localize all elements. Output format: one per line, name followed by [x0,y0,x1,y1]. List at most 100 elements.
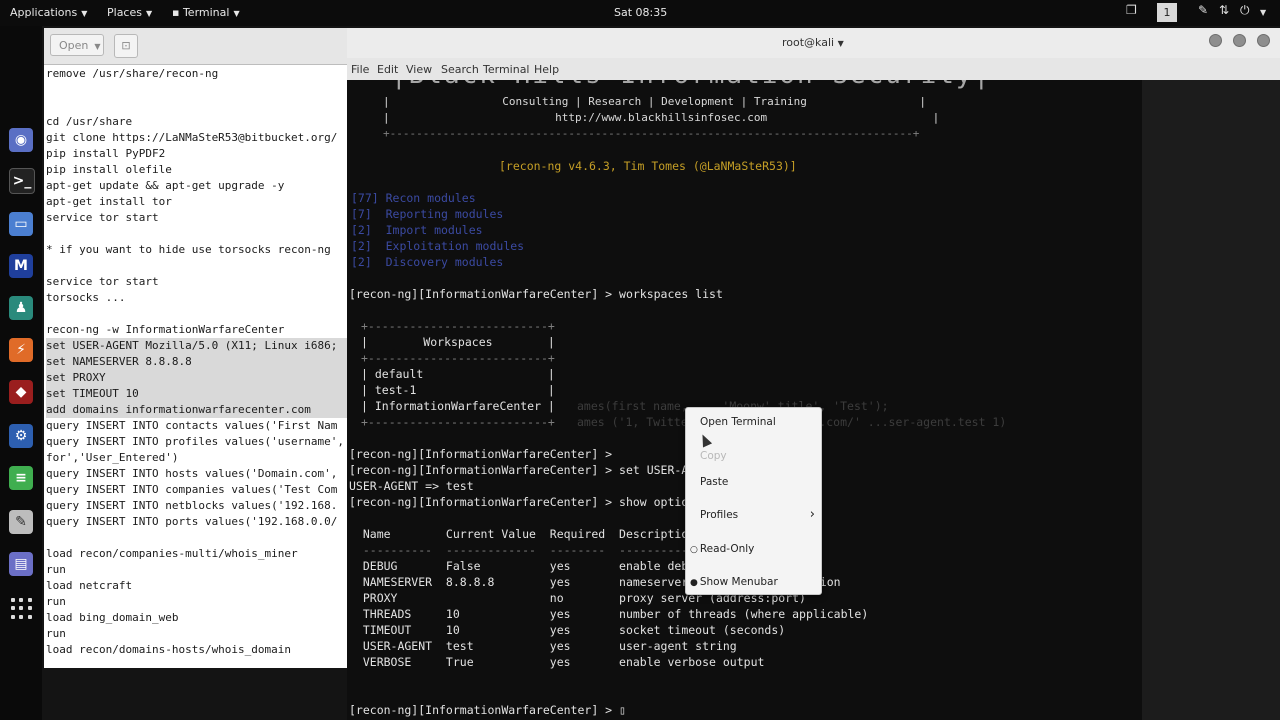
profiles-label: Profiles [700,509,739,521]
power-icon[interactable]: ⏻ [1240,3,1250,18]
editor-line: load recon/domains-hosts/whois_domain [46,643,292,656]
office-icon[interactable]: ≡ [9,466,33,490]
table-header: | Workspaces | [361,335,555,349]
pin-icon[interactable]: ⊡ [114,34,138,58]
editor-line: cd /usr/share [46,115,133,128]
option-row: USER-AGENT test yes user-agent string [349,639,737,653]
places-label: Places [107,6,142,19]
show-menubar-label: Show Menubar [699,576,778,588]
command-echo: USER-AGENT => test [349,479,474,493]
editor-toolbar: Open ▼ ⊡ [44,28,354,65]
module-count: [77] Recon modules [351,191,476,205]
text-cursor: ▯ [619,703,626,717]
editor-line: set USER-AGENT Mozilla/5.0 (X11; Linux i… [46,338,354,354]
browser-icon[interactable]: ◉ [9,128,33,152]
burpsuite-icon[interactable]: ⚡ [9,338,33,362]
red-app-icon[interactable]: ◆ [9,380,33,404]
menu-view[interactable]: View [406,63,432,76]
armitage-icon[interactable]: ♟ [9,296,33,320]
editor-line: apt-get install tor [46,195,172,208]
table-border: +--------------------------+ [361,351,555,365]
option-row: THREADS 10 yes number of threads (where … [349,607,869,621]
dock: ◉ >_ ▭ M ♟ ⚡ ◆ ⚙ ≡ ✎ ▤ [0,26,42,720]
module-count: [2] Discovery modules [351,255,504,269]
minimize-icon[interactable] [1209,34,1222,47]
options-header: Name Current Value Required Description [349,527,696,541]
banner-line: | Consulting | Research | Development | … [383,95,927,108]
profiles-item[interactable]: Profiles › [686,505,821,525]
menu-edit[interactable]: Edit [377,63,398,76]
table-border: +--------------------------+ [361,319,555,333]
menu-file[interactable]: File [351,63,369,76]
editor-line: load bing_domain_web [46,611,179,624]
version-line: [recon-ng v4.6.3, Tim Tomes (@LaNMaSteR5… [499,159,797,173]
workspace-indicator[interactable]: 1 [1157,3,1177,22]
applications-menu[interactable]: Applications ▼ [10,6,87,19]
text-editor-window: Open ▼ ⊡ remove /usr/share/recon-ng cd /us… [44,28,354,668]
banner-line: | http://www.blackhillsinfosec.com | [383,111,940,124]
editor-line: run [46,563,66,576]
chevron-down-icon[interactable]: ▼ [1260,8,1266,17]
module-count: [7] Reporting modules [351,207,504,221]
maximize-icon[interactable] [1233,34,1246,47]
paste-item[interactable]: Paste [686,472,821,492]
prompt-line: [recon-ng][InformationWarfareCenter] > w… [349,287,723,301]
prompt-line: [recon-ng][InformationWarfareCenter] > s… [349,495,703,509]
table-row: | InformationWarfareCenter | [361,399,555,413]
copy-item[interactable]: Copy [686,446,821,466]
editor-line: for','User_Entered') [46,451,179,464]
metasploit-icon[interactable]: M [9,254,33,278]
clipboard-icon[interactable]: ❐ [1126,3,1137,17]
chevron-down-icon: ▼ [94,42,101,51]
module-count: [2] Exploitation modules [351,239,525,253]
open-button[interactable]: Open ▼ [50,34,104,56]
editor-line: query INSERT INTO hosts values('Domain.c… [46,467,338,480]
terminal-input-area[interactable]: [recon-ng][InformationWarfareCenter] > ▯ [347,690,1142,720]
final-prompt: [recon-ng][InformationWarfareCenter] > ▯ [349,703,626,717]
menu-help[interactable]: Help [534,63,559,76]
clock[interactable]: Sat 08:35 [614,6,667,19]
radio-checked-icon: ● [690,578,698,588]
terminal-window: root@kali ▼ File Edit View Search Termin… [347,28,1280,720]
show-menubar-item[interactable]: ● Show Menubar [686,572,821,592]
terminal-app-menu[interactable]: ▪ Terminal ▼ [172,6,240,19]
terminal-icon[interactable]: >_ [9,168,35,194]
editor-line: load netcraft [46,579,133,592]
editor-line: service tor start [46,275,159,288]
close-icon[interactable] [1257,34,1270,47]
pen-icon[interactable]: ✎ [1198,3,1208,17]
editor-line: pip install PyPDF2 [46,147,166,160]
editor-line: query INSERT INTO netblocks values('192.… [46,499,338,512]
files-icon[interactable]: ▭ [9,212,33,236]
editor-line: * if you want to hide use torsocks recon… [46,243,331,256]
settings-icon[interactable]: ⚙ [9,424,33,448]
editor-line: query INSERT INTO profiles values('usern… [46,435,345,448]
applications-label: Applications [10,6,78,19]
terminal-side-area [1142,80,1280,720]
editor-icon[interactable]: ✎ [9,510,33,534]
menu-terminal[interactable]: Terminal [483,63,530,76]
editor-line: set TIMEOUT 10 [46,386,354,402]
app-grid-icon[interactable] [11,598,33,620]
chevron-right-icon: › [809,507,815,522]
editor-content[interactable]: remove /usr/share/recon-ng cd /usr/share g… [46,66,354,666]
open-terminal-item[interactable]: Open Terminal [686,412,821,432]
chevron-down-icon: ▼ [81,9,88,18]
terminal-output[interactable]: |Black Hills Information Security| | Con… [347,80,1142,690]
network-icon[interactable]: ⇅ [1219,3,1229,17]
chevron-down-icon: ▼ [233,9,240,18]
menu-search[interactable]: Search [441,63,479,76]
editor-line: load recon/companies-multi/whois_miner [46,547,298,560]
notes-icon[interactable]: ▤ [9,552,33,576]
read-only-item[interactable]: ○ Read-Only [686,539,821,559]
editor-line: torsocks ... [46,291,126,304]
top-panel: Applications ▼ Places ▼ ▪ Terminal ▼ Sat 08… [0,0,1280,26]
table-row: | test-1 | [361,383,555,397]
editor-line: pip install olefile [46,163,172,176]
places-menu[interactable]: Places ▼ [107,6,152,19]
editor-line: set NAMESERVER 8.8.8.8 [46,354,354,370]
options-separator: ---------- ------------- -------- ------… [349,543,696,557]
